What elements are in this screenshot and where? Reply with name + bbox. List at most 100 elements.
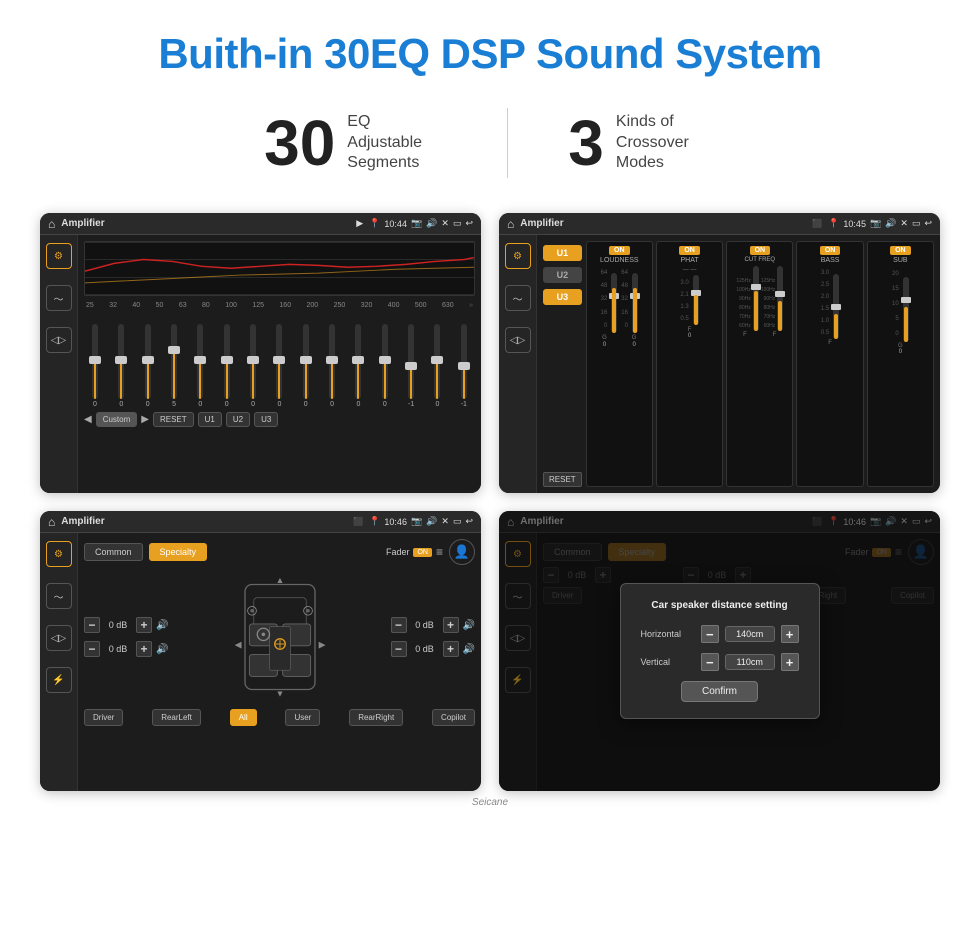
speaker-icon-wave[interactable]: 〜: [46, 583, 72, 609]
eq-slider-2: 0: [112, 324, 130, 408]
top-icons-2: 📍 10:45 📷 🔊 ✕ ▭ ↩: [828, 218, 932, 229]
eq-chart: [84, 241, 475, 296]
horizontal-plus-btn[interactable]: +: [781, 625, 799, 643]
db-row-1: − 0 dB + 🔊: [84, 617, 168, 633]
ch-phat: ON PHAT — — 3.02.11.30.5: [656, 241, 723, 487]
eq-reset-btn[interactable]: RESET: [153, 412, 194, 427]
volume-icon: 🔊: [426, 218, 437, 229]
vertical-minus-btn[interactable]: −: [701, 653, 719, 671]
right-db-controls: − 0 dB + 🔊 − 0 dB + 🔊: [391, 567, 475, 707]
db-minus-2[interactable]: −: [84, 641, 100, 657]
db-value-4: 0 dB: [411, 644, 439, 654]
stats-row: 30 EQ AdjustableSegments 3 Kinds ofCross…: [40, 108, 940, 178]
eq-icon-tune[interactable]: ⚙: [46, 243, 72, 269]
phat-slider: [693, 275, 699, 325]
stat-eq: 30 EQ AdjustableSegments: [204, 111, 507, 175]
back-icon-3[interactable]: ↩: [465, 516, 473, 527]
close-icon-3[interactable]: ✕: [441, 516, 449, 527]
speaker-icon-vol[interactable]: ◁▷: [46, 625, 72, 651]
rearright-btn[interactable]: RearRight: [349, 709, 403, 726]
eq-label: EQ AdjustableSegments: [347, 112, 447, 174]
sub-on-badge: ON: [890, 246, 911, 255]
horizontal-value: 140cm: [725, 626, 775, 642]
eq-custom-btn[interactable]: Custom: [96, 412, 138, 427]
next-icon[interactable]: ▶: [141, 414, 149, 425]
phat-on-badge: ON: [679, 246, 700, 255]
eq-slider-14: 0: [428, 324, 446, 408]
eq-title: Amplifier: [61, 218, 350, 229]
db-row-4: − 0 dB + 🔊: [391, 641, 475, 657]
rearleft-btn[interactable]: RearLeft: [152, 709, 201, 726]
dialog-vertical-row: Vertical − 110cm +: [641, 653, 799, 671]
db-plus-1[interactable]: +: [136, 617, 152, 633]
cutfreq-on-badge: ON: [750, 246, 771, 255]
crossover-reset-btn[interactable]: RESET: [543, 472, 582, 487]
camera-icon-3: 📷: [411, 516, 422, 527]
eq-u1-btn[interactable]: U1: [198, 412, 222, 427]
u1-btn[interactable]: U1: [543, 245, 582, 261]
db-minus-4[interactable]: −: [391, 641, 407, 657]
home-icon[interactable]: ⌂: [48, 217, 55, 231]
close-icon-2[interactable]: ✕: [900, 218, 908, 229]
user-btn[interactable]: User: [285, 709, 320, 726]
speaker-icon-bluetooth[interactable]: ⚡: [46, 667, 72, 693]
back-icon[interactable]: ↩: [465, 218, 473, 229]
eq-u3-btn[interactable]: U3: [254, 412, 278, 427]
cutfreq-slider: [753, 266, 759, 331]
db-value-1: 0 dB: [104, 620, 132, 630]
car-svg: ▲ ▼ ◀ ▶: [220, 567, 340, 707]
person-icon[interactable]: 👤: [449, 539, 475, 565]
bass-on-badge: ON: [820, 246, 841, 255]
eq-time: 10:44: [384, 219, 407, 229]
db-plus-4[interactable]: +: [443, 641, 459, 657]
confirm-button[interactable]: Confirm: [681, 681, 758, 702]
ch-sub: ON SUB 20151050: [867, 241, 934, 487]
common-btn[interactable]: Common: [84, 543, 143, 561]
vertical-label: Vertical: [641, 657, 695, 667]
eq-icon-wave[interactable]: 〜: [46, 285, 72, 311]
speaker-icon-tune[interactable]: ⚙: [46, 541, 72, 567]
specialty-btn[interactable]: Specialty: [149, 543, 208, 561]
u2-btn[interactable]: U2: [543, 267, 582, 283]
db-plus-2[interactable]: +: [136, 641, 152, 657]
db-row-2: − 0 dB + 🔊: [84, 641, 168, 657]
copilot-btn[interactable]: Copilot: [432, 709, 475, 726]
record-icon-3: ⬛: [353, 517, 363, 526]
record-icon: ⬛: [812, 219, 822, 228]
close-icon[interactable]: ✕: [441, 218, 449, 229]
speaker-side-icons: ⚙ 〜 ◁▷ ⚡: [40, 533, 78, 791]
camera-icon-2: 📷: [870, 218, 881, 229]
eq-content: 2532405063 80100125160200 25032040050063…: [78, 235, 481, 493]
eq-icon-vol[interactable]: ◁▷: [46, 327, 72, 353]
cutfreq-label: CUT FREQ: [745, 257, 776, 263]
db-minus-3[interactable]: −: [391, 617, 407, 633]
driver-btn[interactable]: Driver: [84, 709, 123, 726]
u3-btn[interactable]: U3: [543, 289, 582, 305]
eq-slider-5: 0: [191, 324, 209, 408]
crossover-number: 3: [568, 111, 604, 175]
crossover-label: Kinds ofCrossover Modes: [616, 112, 716, 174]
prev-icon[interactable]: ◀: [84, 414, 92, 425]
crossover-top-bar: ⌂ Amplifier ⬛ 📍 10:45 📷 🔊 ✕ ▭ ↩: [499, 213, 940, 235]
db-minus-1[interactable]: −: [84, 617, 100, 633]
home-icon-3[interactable]: ⌂: [48, 515, 55, 529]
crossover-icon-vol[interactable]: ◁▷: [505, 327, 531, 353]
ch-cutfreq: ON CUT FREQ 125Hz100Hz90Hz80Hz70Hz60Hz: [726, 241, 793, 487]
back-icon-2[interactable]: ↩: [924, 218, 932, 229]
eq-slider-3: 0: [139, 324, 157, 408]
horizontal-minus-btn[interactable]: −: [701, 625, 719, 643]
cutfreq-slider-2: [777, 266, 783, 331]
fader-control: Fader ON ≡: [386, 545, 443, 559]
car-diagram: ▲ ▼ ◀ ▶: [174, 567, 384, 707]
all-btn[interactable]: All: [230, 709, 257, 726]
vertical-plus-btn[interactable]: +: [781, 653, 799, 671]
db-plus-3[interactable]: +: [443, 617, 459, 633]
crossover-icon-tune[interactable]: ⚙: [505, 243, 531, 269]
crossover-icon-wave[interactable]: 〜: [505, 285, 531, 311]
speaker-title: Amplifier: [61, 516, 347, 527]
screen-distance-wrapper: ⌂ Amplifier ⬛ 📍 10:46 📷 🔊 ✕ ▭ ↩: [499, 511, 940, 791]
sub-slider: [903, 277, 909, 342]
home-icon-2[interactable]: ⌂: [507, 217, 514, 231]
ch-bass: ON BASS 3.02.52.01.51.00.5: [796, 241, 863, 487]
eq-u2-btn[interactable]: U2: [226, 412, 250, 427]
